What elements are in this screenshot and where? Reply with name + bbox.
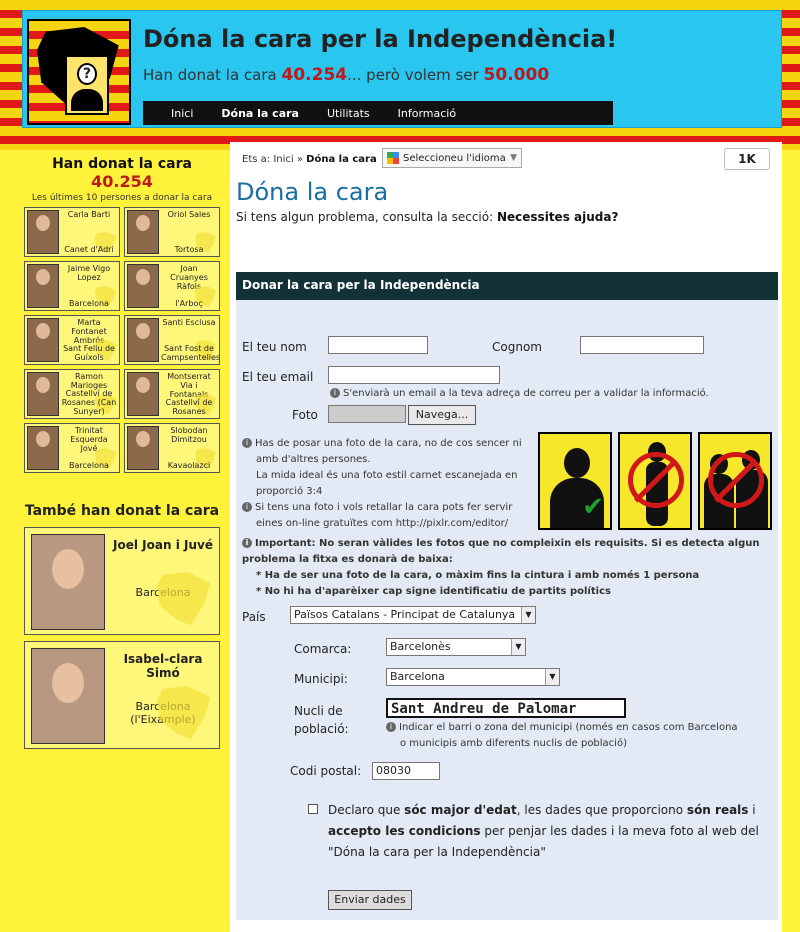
comarca-label: Comarca: (294, 642, 352, 656)
nav-utilitats[interactable]: Utilitats (327, 107, 370, 120)
full-body-forbidden-icon (618, 432, 692, 530)
chevron-down-icon: ▼ (545, 669, 559, 685)
google-icon (387, 152, 399, 164)
country-label: País (242, 610, 266, 624)
person-photo (27, 264, 59, 308)
nav-dona-la-cara[interactable]: Dóna la cara (221, 107, 299, 120)
featured-heading: També han donat la cara (22, 499, 222, 523)
postal-code-field[interactable]: 08030 (372, 762, 440, 780)
person-card[interactable]: Santi Esclusa Sant Fost de Campsentelles (124, 315, 220, 365)
multiple-people-forbidden-icon (698, 432, 772, 530)
person-card[interactable]: Marta Fontanet Ambrós Sant Feliu de Guíxo… (24, 315, 120, 365)
comarca-select[interactable]: Barcelonès ▼ (386, 638, 526, 656)
info-icon: i (386, 722, 396, 732)
person-photo (127, 318, 159, 362)
person-card[interactable]: Trinitat Esquerda Jové Barcelona (24, 423, 120, 473)
submit-button[interactable]: Enviar dades (328, 890, 412, 910)
form-heading: Donar la cara per la Independència (236, 272, 778, 300)
site-subtitle: Han donat la cara 40.254... però volem s… (143, 65, 550, 85)
person-photo (31, 534, 105, 630)
signup-form: Donar la cara per la Independència El te… (236, 272, 778, 920)
site-logo[interactable]: ? (27, 19, 131, 125)
goal-count: 50.000 (483, 65, 550, 85)
sidebar-heading: Han donat la cara 40.254 (22, 152, 222, 193)
chevron-down-icon: ▼ (521, 607, 535, 623)
help-text: Si tens algun problema, consulta la secc… (236, 210, 619, 224)
person-card[interactable]: Joan Cruanyes Ràfols l'Arboç (124, 261, 220, 311)
help-link[interactable]: Necessites ajuda? (497, 210, 618, 224)
person-card[interactable]: Ramon Marioges Castellví de Rosanes (Can … (24, 369, 120, 419)
page-title: Dóna la cara (236, 178, 389, 206)
valid-photo-example-icon: ✔ (538, 432, 612, 530)
nucli-label: Nucli de població: (294, 704, 349, 736)
person-card[interactable]: Jaime Vigo Lopez Barcelona (24, 261, 120, 311)
featured-person-card[interactable]: Isabel-clara Simó Barcelona (l'Eixample) (24, 641, 220, 749)
consent-text: Declaro que sóc major d'edat, les dades … (328, 803, 759, 859)
important-notice: i Important: No seran vàlides les fotos q… (242, 538, 760, 597)
person-photo (27, 372, 59, 416)
main-content: Ets a: Inici » Dóna la cara Seleccioneu … (230, 142, 782, 932)
person-photo (27, 426, 59, 470)
sidebar: Han donat la cara 40.254 Les últimes 10 … (22, 152, 222, 755)
catalonia-map-icon (157, 686, 211, 740)
breadcrumb-current: Dóna la cara (306, 154, 377, 165)
site-title: Dóna la cara per la Independència! (143, 25, 618, 53)
top-navigation: Inici Dóna la cara Utilitats Informació (143, 101, 613, 125)
site-header: ? Dóna la cara per la Independència! Han… (22, 10, 782, 128)
email-label: El teu email (242, 370, 314, 384)
donors-count: 40.254 (281, 65, 348, 85)
info-icon: i (242, 438, 252, 448)
person-photo (127, 210, 159, 254)
person-card[interactable]: Slobodan Dimitzou Kavaolazci (124, 423, 220, 473)
photo-label: Foto (292, 408, 318, 422)
info-icon: i (242, 502, 252, 512)
person-photo (127, 372, 159, 416)
sidebar-subheading: Les últimes 10 persones a donar la cara (22, 193, 222, 207)
recent-people-grid: Carla Barti Canet d'Adri Oriol Sales Torto… (22, 207, 222, 473)
municipi-label: Municipi: (294, 672, 348, 686)
language-selector[interactable]: Seleccioneu l'idioma ▼ (382, 148, 522, 168)
person-photo (27, 210, 59, 254)
chevron-down-icon: ▼ (511, 639, 525, 655)
featured-person-card[interactable]: Joel Joan i Juvé Barcelona (24, 527, 220, 635)
person-card[interactable]: Carla Barti Canet d'Adri (24, 207, 120, 257)
breadcrumb-home[interactable]: Inici (273, 154, 293, 165)
catalonia-map-icon (157, 572, 211, 626)
photo-examples: ✔ (538, 432, 772, 530)
nucli-note: i Indicar el barri o zona del municipi (n… (386, 720, 738, 752)
email-field[interactable] (328, 366, 500, 384)
person-photo (127, 426, 159, 470)
country-select[interactable]: Països Catalans - Principat de Catalunya… (290, 606, 536, 624)
person-card[interactable]: Montserrat Via i Fontanals Castellví de R… (124, 369, 220, 419)
nucli-field[interactable]: Sant Andreu de Palomar (386, 698, 626, 718)
nav-informacio[interactable]: Informació (398, 107, 456, 120)
breadcrumb: Ets a: Inici » Dóna la cara (242, 154, 377, 165)
nav-inici[interactable]: Inici (171, 107, 193, 120)
person-photo (127, 264, 159, 308)
info-icon: i (330, 388, 340, 398)
chevron-down-icon: ▼ (510, 153, 517, 163)
surname-field[interactable] (580, 336, 704, 354)
photo-tips: i Has de posar una foto de la cara, no de… (242, 436, 538, 532)
photo-path-field[interactable] (328, 405, 406, 423)
postal-code-label: Codi postal: (290, 764, 362, 778)
facebook-like-count[interactable]: 1K (724, 148, 770, 170)
unknown-person-icon: ? (65, 55, 109, 115)
info-icon: i (242, 538, 252, 548)
municipi-select[interactable]: Barcelona ▼ (386, 668, 560, 686)
browse-button[interactable]: Navega... (408, 405, 476, 425)
person-photo (31, 648, 105, 744)
email-note: i S'enviarà un email a la teva adreça de … (330, 386, 709, 402)
name-field[interactable] (328, 336, 428, 354)
surname-label: Cognom (492, 340, 542, 354)
person-photo (27, 318, 59, 362)
person-card[interactable]: Oriol Sales Tortosa (124, 207, 220, 257)
name-label: El teu nom (242, 340, 307, 354)
consent-checkbox[interactable] (308, 804, 318, 814)
